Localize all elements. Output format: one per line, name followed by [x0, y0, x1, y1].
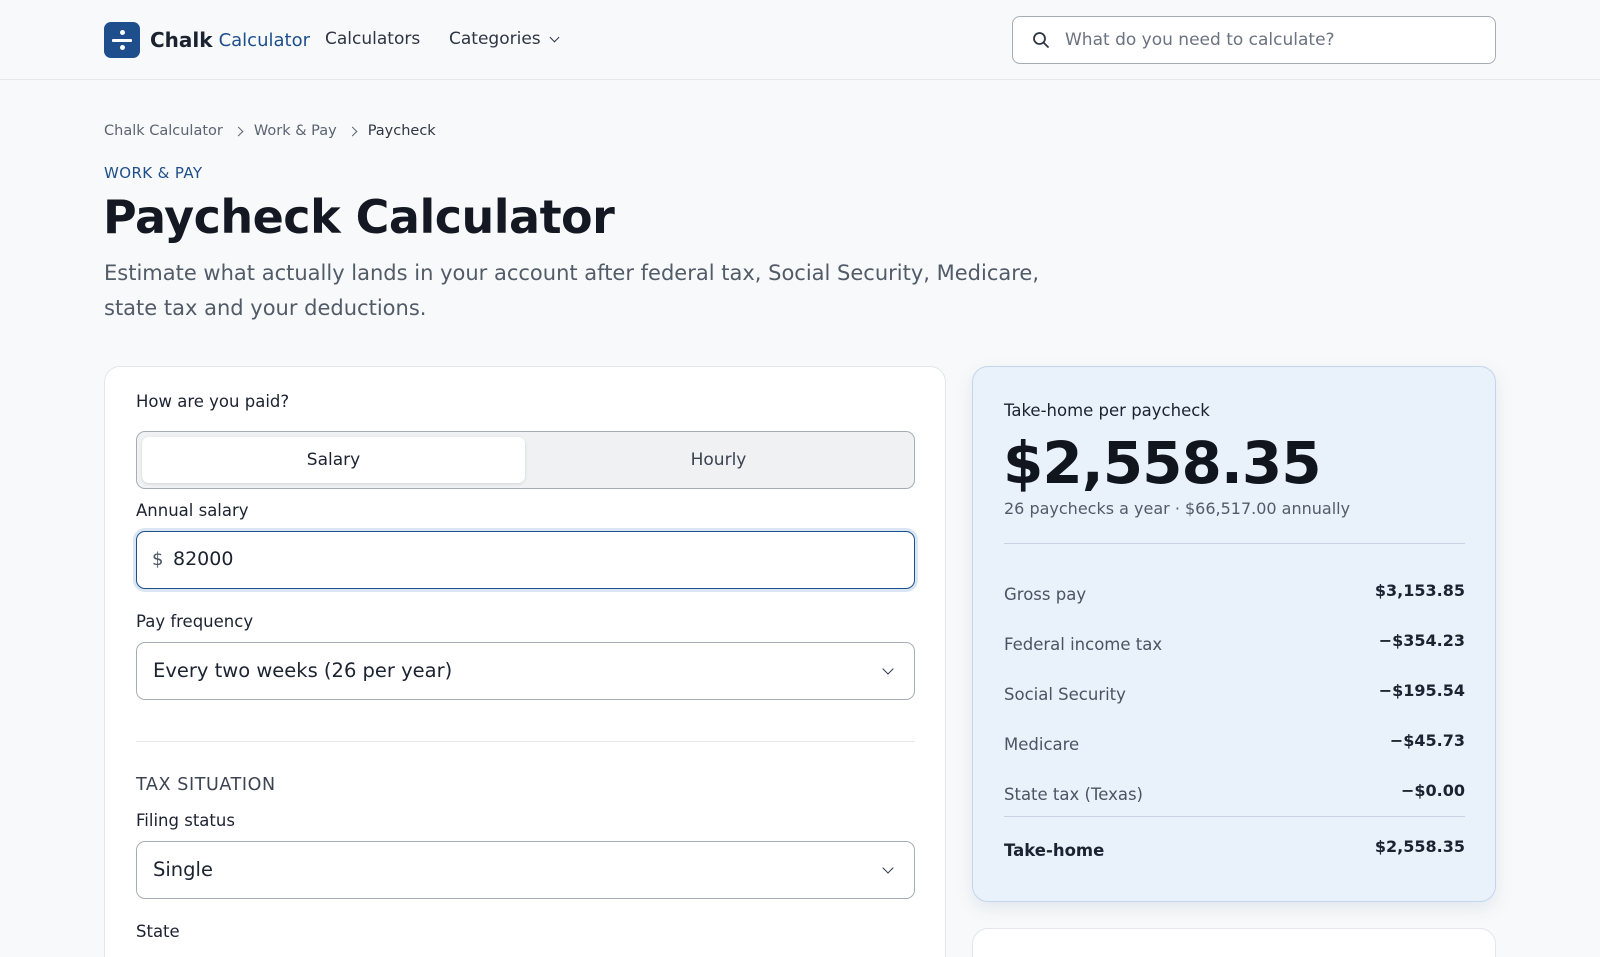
chevron-down-icon	[549, 32, 560, 42]
calculator-form-card: How are you paid? Salary Hourly Annual s…	[104, 366, 946, 957]
secondary-card	[972, 928, 1496, 957]
top-navigation-bar: Chalk Calculator Calculators Categories	[0, 0, 1600, 80]
breakdown-row-federal: Federal income tax −$354.23	[1004, 631, 1465, 655]
filing-status-label: Filing status	[136, 811, 235, 830]
annual-salary-label: Annual salary	[136, 501, 249, 520]
breakdown-row-gross: Gross pay $3,153.85	[1004, 581, 1465, 605]
page-description: Estimate what actually lands in your acc…	[104, 261, 1040, 320]
breakdown-row-take-home: Take-home $2,558.35	[1004, 837, 1465, 861]
currency-prefix: $	[152, 549, 164, 570]
chevron-right-icon	[233, 126, 244, 136]
breakdown-row-medicare: Medicare −$45.73	[1004, 731, 1465, 755]
breakdown-value: −$195.54	[1378, 681, 1465, 700]
nav-calculators-link[interactable]: Calculators	[325, 29, 420, 49]
take-home-label: Take-home per paycheck	[1004, 401, 1210, 420]
page-title: Paycheck Calculator	[103, 190, 615, 244]
breakdown-label: Gross pay	[1004, 585, 1087, 604]
breakdown-row-state-tax: State tax (Texas) −$0.00	[1004, 781, 1465, 805]
category-eyebrow: WORK & PAY	[104, 164, 203, 182]
pay-type-toggle: Salary Hourly	[136, 431, 915, 489]
tax-situation-heading: TAX SITUATION	[136, 775, 276, 795]
breakdown-value: $3,153.85	[1374, 581, 1465, 600]
chevron-right-icon	[347, 126, 358, 136]
state-label: State	[136, 922, 180, 941]
salary-option[interactable]: Salary	[142, 437, 525, 483]
annual-salary-value: 82000	[173, 548, 234, 570]
search-box[interactable]	[1012, 16, 1496, 64]
filing-status-select[interactable]: Single	[136, 841, 915, 899]
take-home-total-value: $2,558.35	[1374, 837, 1465, 856]
breadcrumb-home-link[interactable]: Chalk Calculator	[104, 123, 223, 139]
brand-name: Chalk	[150, 28, 213, 52]
pay-frequency-label: Pay frequency	[136, 612, 254, 631]
take-home-subtitle: 26 paychecks a year · $66,517.00 annuall…	[1004, 499, 1351, 518]
breakdown-label: Federal income tax	[1004, 635, 1163, 654]
breakdown-value: −$354.23	[1378, 631, 1465, 650]
nav-categories-dropdown[interactable]: Categories	[449, 29, 560, 49]
breadcrumb: Chalk Calculator Work & Pay Paycheck	[104, 123, 436, 139]
breakdown-label: State tax (Texas)	[1004, 785, 1143, 804]
breakdown-label: Social Security	[1004, 685, 1126, 704]
pay-frequency-value: Every two weeks (26 per year)	[153, 659, 453, 682]
brand-subtitle: Calculator	[218, 29, 310, 51]
take-home-total-label: Take-home	[1004, 841, 1105, 860]
search-input[interactable]	[1065, 17, 1485, 63]
brand-logo[interactable]: Chalk Calculator	[104, 22, 310, 58]
take-home-result-card: Take-home per paycheck $2,558.35 26 payc…	[972, 366, 1496, 902]
breakdown-row-social-security: Social Security −$195.54	[1004, 681, 1465, 705]
nav-categories-label: Categories	[449, 29, 541, 49]
chevron-down-icon	[882, 862, 894, 874]
breadcrumb-category-link[interactable]: Work & Pay	[254, 123, 337, 139]
filing-status-value: Single	[153, 858, 213, 881]
search-icon	[1033, 32, 1049, 48]
pay-type-label: How are you paid?	[136, 392, 290, 411]
breadcrumb-current: Paycheck	[367, 123, 436, 139]
hourly-option[interactable]: Hourly	[527, 437, 910, 483]
total-divider	[1004, 816, 1465, 817]
pay-frequency-select[interactable]: Every two weeks (26 per year)	[136, 642, 915, 700]
section-divider	[136, 741, 915, 742]
breakdown-value: −$0.00	[1400, 781, 1465, 800]
result-divider	[1004, 543, 1465, 544]
annual-salary-input[interactable]: $ 82000	[136, 531, 915, 589]
divide-icon	[104, 22, 140, 58]
take-home-amount: $2,558.35	[1003, 429, 1322, 497]
breakdown-label: Medicare	[1004, 735, 1080, 754]
chevron-down-icon	[882, 663, 894, 675]
breakdown-value: −$45.73	[1389, 731, 1465, 750]
